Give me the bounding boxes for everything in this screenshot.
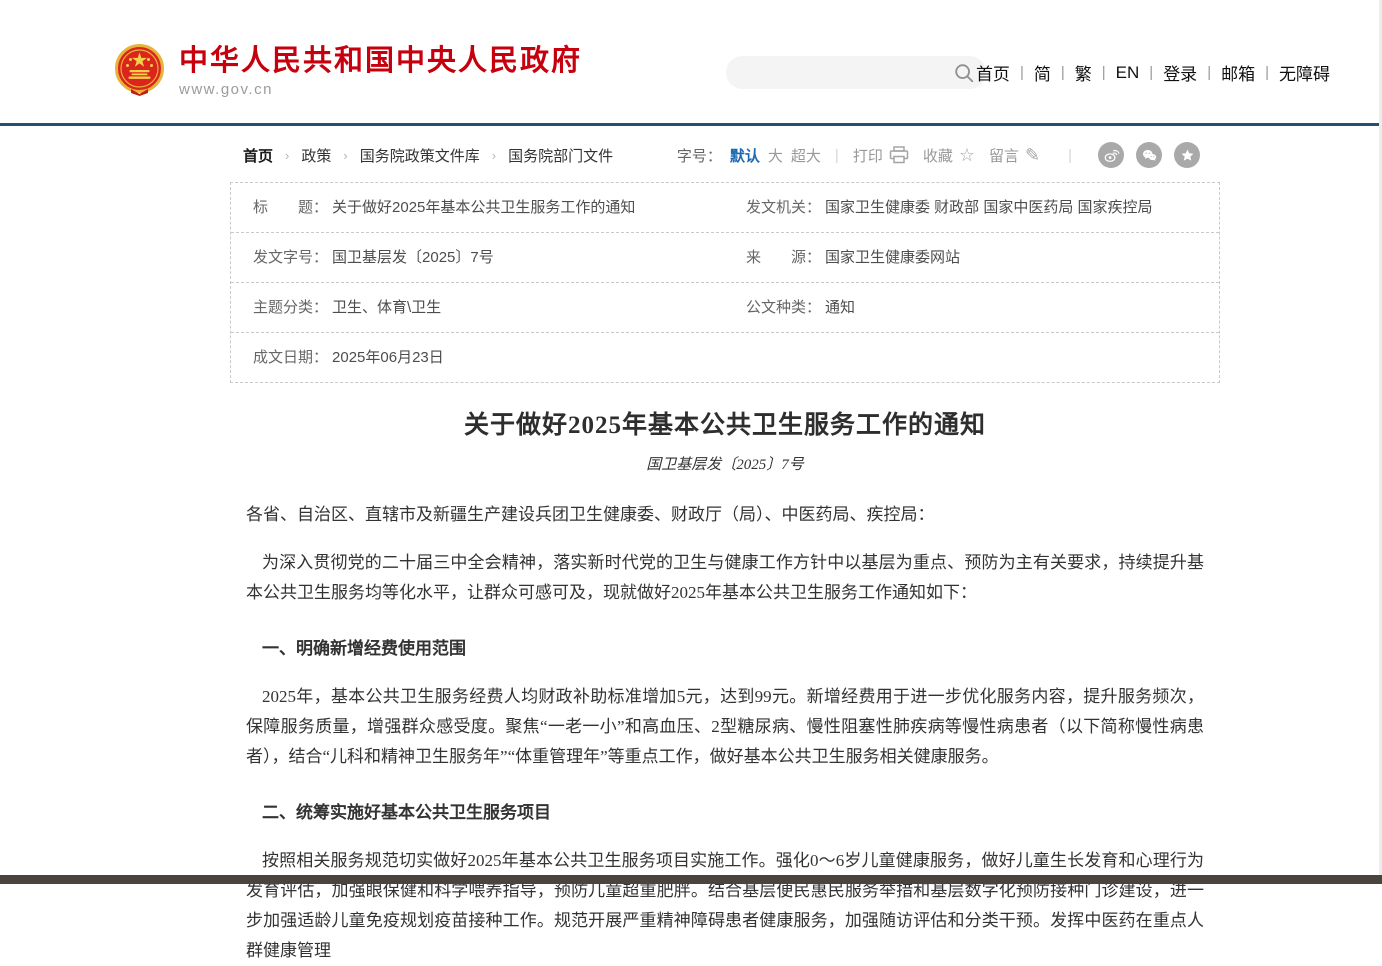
section1-paragraph: 2025年，基本公共卫生服务经费人均财政补助标准增加5元，达到99元。新增经费用… [246,682,1204,772]
meta-source-value: 国家卫生健康委网站 [825,248,960,267]
meta-title-cell: 标 题： 关于做好2025年基本公共卫生服务工作的通知 [231,183,724,232]
nav-english[interactable]: EN [1116,63,1140,83]
site-header: 中华人民共和国中央人民政府 www.gov.cn 首页 | 简 | 繁 | EN… [0,0,1382,126]
meta-doc-number-value: 国卫基层发〔2025〕7号 [332,248,494,267]
meta-source-cell: 来 源： 国家卫生健康委网站 [724,233,1219,282]
nav-separator: | [1061,64,1065,81]
section1-heading: 一、明确新增经费使用范围 [246,634,1204,664]
section2-heading: 二、统筹实施好基本公共卫生服务项目 [246,798,1204,828]
nav-accessibility[interactable]: 无障碍 [1279,60,1330,85]
nav-separator: | [1020,64,1024,81]
wechat-icon [1141,147,1158,164]
favorite-button[interactable]: 收藏 ☆ [923,145,975,166]
breadcrumb-separator: › [492,148,496,163]
article-salutation: 各省、自治区、直辖市及新疆生产建设兵团卫生健康委、财政厅（局）、中医药局、疾控局… [246,500,1204,530]
tools-divider: | [835,147,839,164]
nav-separator: | [1265,64,1269,81]
meta-doc-number-label: 发文字号： [253,248,328,267]
page-tools: 字号： 默认 大 超大 | 打印 收藏 ☆ 留言 ✎ | [677,142,1200,168]
font-size-label: 字号： [677,145,722,166]
search-box[interactable] [726,56,986,89]
meta-title-label: 标 题： [253,198,328,217]
meta-row: 标 题： 关于做好2025年基本公共卫生服务工作的通知 发文机关： 国家卫生健康… [231,183,1219,232]
nav-separator: | [1149,64,1153,81]
font-size-xlarge[interactable]: 超大 [791,145,821,166]
breadcrumb-policy[interactable]: 政策 [301,145,331,166]
printer-icon [889,146,909,164]
meta-row: 成文日期： 2025年06月23日 [231,332,1219,382]
search-input[interactable] [726,56,953,89]
breadcrumb-policy-library[interactable]: 国务院政策文件库 [360,145,480,166]
share-wechat-button[interactable] [1136,142,1162,168]
main-content: 首页 › 政策 › 国务院政策文件库 › 国务院部门文件 字号： 默认 大 超大… [230,142,1220,966]
article-title: 关于做好2025年基本公共卫生服务工作的通知 [246,405,1204,441]
meta-date-label: 成文日期： [253,348,328,367]
breadcrumb-department-docs[interactable]: 国务院部门文件 [508,145,613,166]
article-intro: 为深入贯彻党的二十届三中全会精神，落实新时代党的卫生与健康工作方针中以基层为重点… [246,548,1204,608]
nav-login[interactable]: 登录 [1163,60,1197,85]
breadcrumb: 首页 › 政策 › 国务院政策文件库 › 国务院部门文件 [243,145,613,166]
font-size-default[interactable]: 默认 [730,145,760,166]
meta-topic-value: 卫生、体育\卫生 [332,298,441,317]
tools-divider: | [1068,147,1072,164]
document-meta-table: 标 题： 关于做好2025年基本公共卫生服务工作的通知 发文机关： 国家卫生健康… [230,182,1220,383]
meta-row: 主题分类： 卫生、体育\卫生 公文种类： 通知 [231,282,1219,332]
meta-row: 发文字号： 国卫基层发〔2025〕7号 来 源： 国家卫生健康委网站 [231,232,1219,282]
meta-issuing-agency-label: 发文机关： [746,198,821,217]
nav-home[interactable]: 首页 [976,60,1010,85]
meta-topic-label: 主题分类： [253,298,328,317]
nav-mail[interactable]: 邮箱 [1221,60,1255,85]
nav-simplified[interactable]: 简 [1034,60,1051,85]
meta-doc-type-cell: 公文种类： 通知 [724,283,1219,332]
breadcrumb-home[interactable]: 首页 [243,145,273,166]
meta-issuing-agency-cell: 发文机关： 国家卫生健康委 财政部 国家中医药局 国家疾控局 [724,183,1219,232]
footer-bar [0,875,1382,884]
font-size-large[interactable]: 大 [768,145,783,166]
favorite-label: 收藏 [923,145,953,166]
qzone-icon [1179,147,1196,164]
comment-label: 留言 [989,145,1019,166]
meta-issuing-agency-value: 国家卫生健康委 财政部 国家中医药局 国家疾控局 [825,198,1153,217]
meta-source-label: 来 源： [746,248,821,267]
meta-title-value: 关于做好2025年基本公共卫生服务工作的通知 [332,198,635,217]
meta-doc-type-value: 通知 [825,298,855,317]
site-logo[interactable]: 中华人民共和国中央人民政府 www.gov.cn [115,44,582,98]
national-emblem-icon [115,44,164,96]
nav-separator: | [1102,64,1106,81]
section2-paragraph: 按照相关服务规范切实做好2025年基本公共卫生服务项目实施工作。强化0～6岁儿童… [246,846,1204,966]
print-label: 打印 [853,145,883,166]
article-doc-number: 国卫基层发〔2025〕7号 [246,453,1204,474]
breadcrumb-separator: › [343,148,347,163]
pencil-icon: ✎ [1025,146,1040,164]
share-weibo-button[interactable] [1098,142,1124,168]
top-nav: 首页 | 简 | 繁 | EN | 登录 | 邮箱 | 无障碍 [976,60,1330,85]
meta-topic-cell: 主题分类： 卫生、体育\卫生 [231,283,724,332]
meta-doc-type-label: 公文种类： [746,298,821,317]
site-title: 中华人民共和国中央人民政府 [179,44,582,78]
print-button[interactable]: 打印 [853,145,909,166]
comment-button[interactable]: 留言 ✎ [989,145,1040,166]
share-buttons [1086,142,1200,168]
share-qzone-button[interactable] [1174,142,1200,168]
meta-doc-number-cell: 发文字号： 国卫基层发〔2025〕7号 [231,233,724,282]
weibo-icon [1103,147,1120,164]
star-icon: ☆ [959,146,975,164]
nav-separator: | [1207,64,1211,81]
meta-date-cell: 成文日期： 2025年06月23日 [231,333,724,382]
meta-date-value: 2025年06月23日 [332,348,444,367]
nav-traditional[interactable]: 繁 [1075,60,1092,85]
breadcrumb-separator: › [285,148,289,163]
search-icon[interactable] [953,62,975,84]
site-url: www.gov.cn [179,81,582,98]
